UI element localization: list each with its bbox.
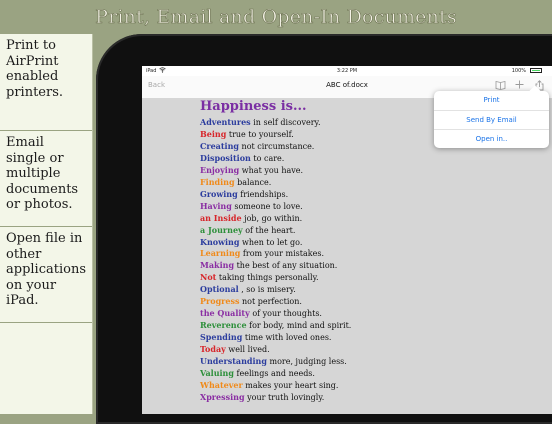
line-keyword: Whatever <box>200 379 243 390</box>
line-text: when to let go. <box>239 237 303 247</box>
line-text: more, judging less. <box>266 357 347 367</box>
document-line: Having someone to love. <box>200 201 351 213</box>
line-text: someone to love. <box>231 201 303 211</box>
status-bar: iPad 3:22 PM 100% <box>142 66 552 76</box>
document-line: Valuing feelings and needs. <box>200 368 351 380</box>
line-keyword: Creating <box>200 140 239 151</box>
line-keyword: Progress <box>200 296 240 307</box>
line-keyword: Reverence <box>200 320 247 331</box>
line-text: from your mistakes. <box>240 249 324 259</box>
line-text: makes your heart sing. <box>242 380 339 390</box>
line-text: what you have. <box>239 165 304 175</box>
line-text: balance. <box>234 177 272 187</box>
document-title: ABC of.docx <box>326 81 368 89</box>
document-line: an Inside job, go within. <box>200 213 351 225</box>
line-keyword: Finding <box>200 176 235 187</box>
document-line: Enjoying what you have. <box>200 165 351 177</box>
document-line: Making the best of any situation. <box>200 260 351 272</box>
document-line: Not taking things personally. <box>200 272 351 284</box>
line-keyword: Understanding <box>200 356 267 367</box>
line-keyword: Being <box>200 128 227 139</box>
print-option[interactable]: Print <box>434 91 549 110</box>
open-in-option[interactable]: Open in.. <box>434 129 549 149</box>
line-text: to care. <box>250 153 285 163</box>
document-heading: Happiness is... <box>200 99 307 114</box>
line-text: , so is misery. <box>238 285 296 295</box>
line-keyword: Enjoying <box>200 164 240 175</box>
document-line: Adventures in self discovery. <box>200 117 351 129</box>
document-line: Growing friendships. <box>200 189 351 201</box>
document-line: Disposition to care. <box>200 153 351 165</box>
status-time: 3:22 PM <box>336 68 358 74</box>
send-email-option[interactable]: Send By Email <box>434 110 549 130</box>
line-text: your truth lovingly. <box>244 392 325 402</box>
document-line: a Journey of the heart. <box>200 225 351 237</box>
banner: Print, Email and Open-In Documents <box>0 0 552 34</box>
document-line: Progress not perfection. <box>200 296 351 308</box>
line-text: of the heart. <box>242 225 296 235</box>
line-keyword: Making <box>200 260 235 271</box>
line-keyword: Having <box>200 200 232 211</box>
feature-open-in: Open file in other applications on your … <box>0 226 92 322</box>
line-keyword: a Journey <box>200 224 243 235</box>
line-keyword: Learning <box>200 248 241 259</box>
line-text: job, go within. <box>241 213 303 223</box>
banner-title: Print, Email and Open-In Documents <box>95 6 457 29</box>
feature-email: Email single or multiple documents or ph… <box>0 130 92 226</box>
line-keyword: Optional <box>200 284 239 295</box>
document-line: Reverence for body, mind and spirit. <box>200 320 351 332</box>
line-text: of your thoughts. <box>249 309 322 319</box>
document-line: Finding balance. <box>200 177 351 189</box>
line-keyword: Not <box>200 272 217 283</box>
line-text: not perfection. <box>239 297 302 307</box>
document-lines: Adventures in self discovery. Being true … <box>200 117 351 404</box>
line-text: not circumstance. <box>239 141 315 151</box>
document-line: Today well lived. <box>200 344 351 356</box>
document-line: Xpressing your truth lovingly. <box>200 392 351 404</box>
document-line: the Quality of your thoughts. <box>200 308 351 320</box>
document-line: Spending time with loved ones. <box>200 332 351 344</box>
line-text: friendships. <box>237 189 289 199</box>
line-text: taking things personally. <box>216 273 319 283</box>
document-line: Being true to yourself. <box>200 129 351 141</box>
line-text: true to yourself. <box>226 129 294 139</box>
line-text: time with loved ones. <box>242 333 332 343</box>
share-popover: Print Send By Email Open in.. <box>434 91 549 148</box>
battery-percent: 100% <box>511 68 526 74</box>
line-keyword: an Inside <box>200 212 242 223</box>
feature-print: Print to AirPrint enabled printers. <box>6 38 64 100</box>
document-line: Knowing when to let go. <box>200 237 351 249</box>
line-text: the best of any situation. <box>234 261 338 271</box>
feature-empty <box>0 322 92 414</box>
line-keyword: the Quality <box>200 308 250 319</box>
document-line: Creating not circumstance. <box>200 141 351 153</box>
battery-icon <box>530 68 542 73</box>
line-keyword: Growing <box>200 188 238 199</box>
line-keyword: Spending <box>200 332 243 343</box>
line-text: for body, mind and spirit. <box>246 321 352 331</box>
line-keyword: Adventures <box>200 117 251 127</box>
line-text: in self discovery. <box>250 118 321 127</box>
line-keyword: Knowing <box>200 236 240 247</box>
line-text: well lived. <box>225 345 270 355</box>
document-line: Optional , so is misery. <box>200 284 351 296</box>
line-keyword: Xpressing <box>200 391 245 402</box>
line-keyword: Valuing <box>200 368 234 379</box>
document-line: Learning from your mistakes. <box>200 248 351 260</box>
line-keyword: Today <box>200 344 226 355</box>
document-line: Whatever makes your heart sing. <box>200 380 351 392</box>
document-line: Understanding more, judging less. <box>200 356 351 368</box>
line-keyword: Disposition <box>200 152 251 163</box>
ipad-screen: iPad 3:22 PM 100% Back ABC of.docx Happi… <box>142 66 552 414</box>
feature-sidebar: Print to AirPrint enabled printers. Emai… <box>0 34 93 414</box>
line-text: feelings and needs. <box>233 369 315 379</box>
